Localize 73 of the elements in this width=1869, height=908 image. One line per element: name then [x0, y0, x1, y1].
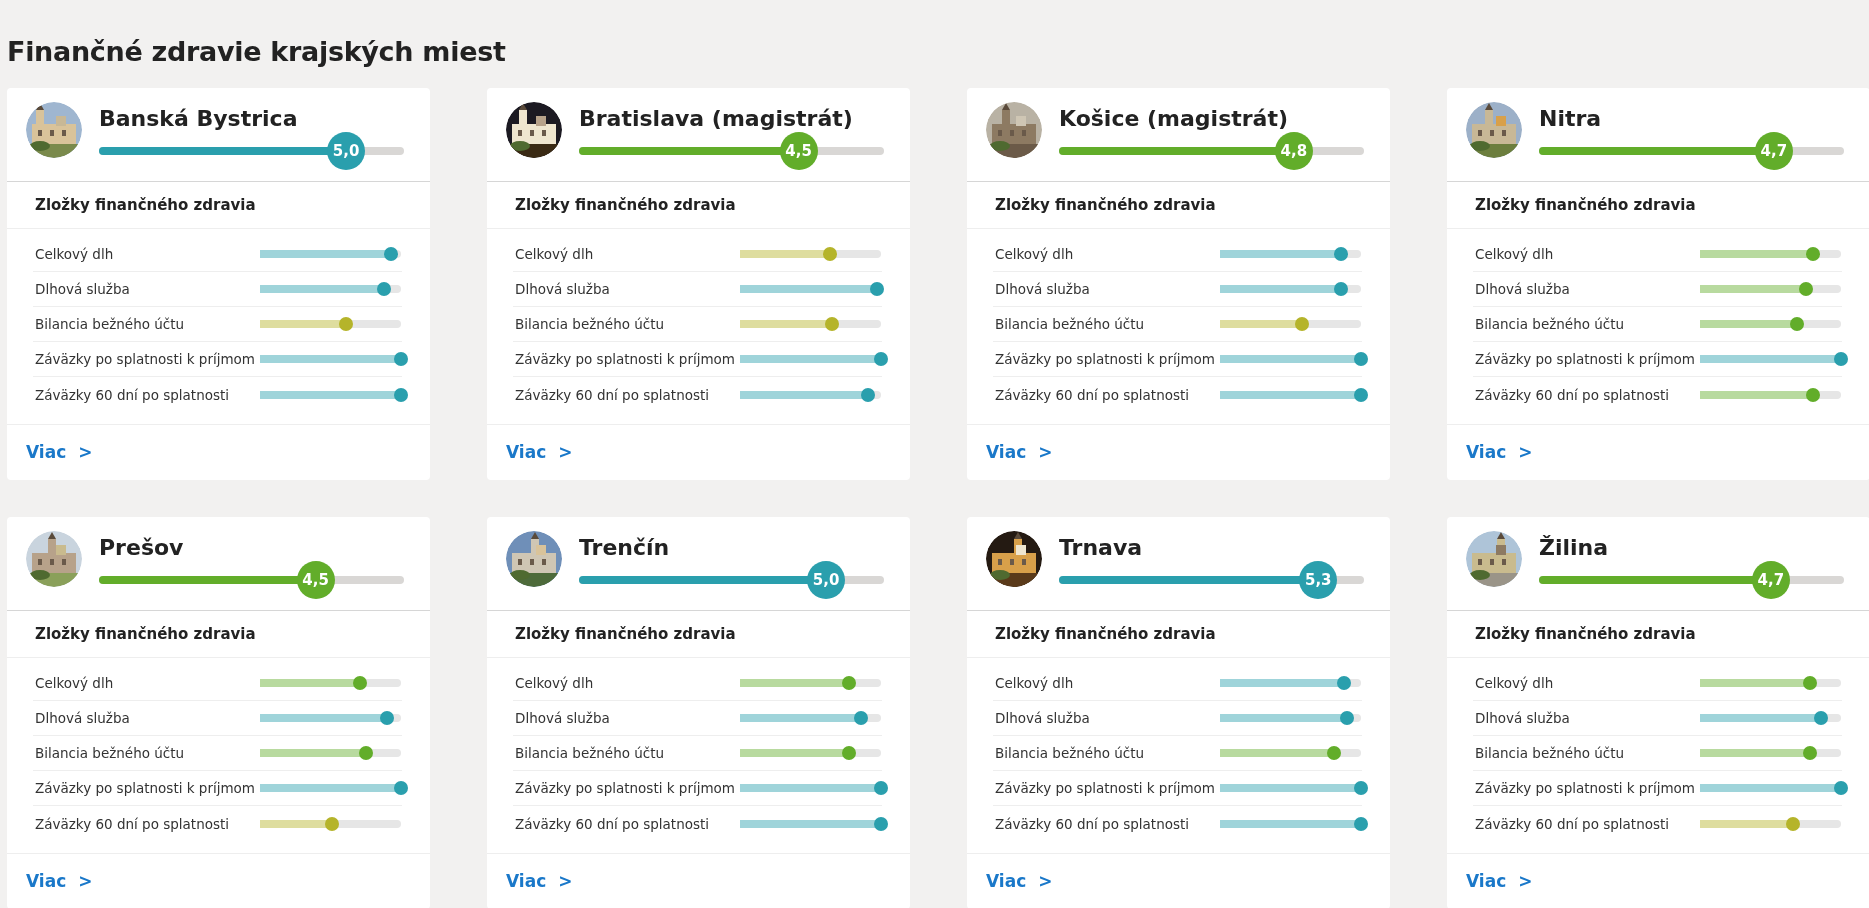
city-name: Trenčín [579, 535, 671, 562]
score-badge: 5,3 [1299, 560, 1338, 599]
section-heading: Zložky finančného zdravia [967, 611, 1390, 659]
score-badge: 4,5 [779, 131, 818, 170]
city-name: Banská Bystrica [99, 106, 299, 133]
metric-label: Celkový dlh [994, 674, 1075, 694]
metric-label: Bilancia bežného účtu [514, 315, 666, 335]
city-name: Žilina [1539, 535, 1610, 562]
more-link[interactable]: Viac > [506, 869, 573, 895]
metric-label: Dlhová služba [1474, 709, 1571, 729]
metric-label: Záväzky po splatnosti k príjmom [34, 350, 256, 370]
metric-label: Záväzky 60 dní po splatnosti [994, 385, 1191, 405]
city-name: Košice (magistrát) [1059, 106, 1290, 133]
city-name: Trnava [1059, 535, 1144, 562]
score-badge: 5,0 [807, 560, 846, 599]
metric-label: Dlhová služba [994, 709, 1091, 729]
metric-label: Celkový dlh [34, 674, 115, 694]
metric-label: Celkový dlh [514, 674, 595, 694]
metric-label: Dlhová služba [514, 280, 611, 300]
metric-label: Dlhová služba [994, 280, 1091, 300]
section-heading: Zložky finančného zdravia [1447, 611, 1869, 659]
page-title: Finančné zdravie krajských miest [7, 36, 507, 69]
score-badge: 4,7 [1754, 131, 1793, 170]
metric-label: Záväzky po splatnosti k príjmom [994, 779, 1216, 799]
score-badge: 4,8 [1274, 131, 1313, 170]
section-heading: Zložky finančného zdravia [487, 182, 910, 230]
metric-label: Bilancia bežného účtu [1474, 744, 1626, 764]
metric-label: Dlhová služba [34, 709, 131, 729]
score-badge: 4,5 [296, 560, 335, 599]
metric-label: Celkový dlh [1474, 245, 1555, 265]
more-link[interactable]: Viac > [1466, 440, 1533, 466]
metric-label: Celkový dlh [514, 245, 595, 265]
metric-label: Záväzky po splatnosti k príjmom [514, 779, 736, 799]
more-link[interactable]: Viac > [506, 440, 573, 466]
metric-label: Celkový dlh [1474, 674, 1555, 694]
metric-label: Záväzky 60 dní po splatnosti [514, 385, 711, 405]
city-name: Prešov [99, 535, 185, 562]
metric-label: Záväzky 60 dní po splatnosti [34, 814, 231, 834]
metric-label: Dlhová služba [1474, 280, 1571, 300]
metric-label: Dlhová služba [514, 709, 611, 729]
metric-label: Bilancia bežného účtu [994, 315, 1146, 335]
metric-label: Záväzky 60 dní po splatnosti [34, 385, 231, 405]
city-name: Bratislava (magistrát) [579, 106, 854, 133]
more-link[interactable]: Viac > [26, 869, 93, 895]
score-badge: 5,0 [327, 131, 366, 170]
metric-label: Celkový dlh [994, 245, 1075, 265]
metric-label: Záväzky 60 dní po splatnosti [994, 814, 1191, 834]
more-link[interactable]: Viac > [986, 869, 1053, 895]
metric-label: Záväzky 60 dní po splatnosti [1474, 385, 1671, 405]
metric-label: Bilancia bežného účtu [514, 744, 666, 764]
metric-label: Záväzky po splatnosti k príjmom [1474, 350, 1696, 370]
metric-label: Celkový dlh [34, 245, 115, 265]
section-heading: Zložky finančného zdravia [1447, 182, 1869, 230]
metric-label: Záväzky 60 dní po splatnosti [514, 814, 711, 834]
score-badge: 4,7 [1751, 560, 1790, 599]
section-heading: Zložky finančného zdravia [7, 182, 430, 230]
metric-label: Dlhová služba [34, 280, 131, 300]
city-name: Nitra [1539, 106, 1603, 133]
metric-label: Bilancia bežného účtu [34, 744, 186, 764]
metric-label: Bilancia bežného účtu [1474, 315, 1626, 335]
more-link[interactable]: Viac > [26, 440, 93, 466]
metric-label: Záväzky po splatnosti k príjmom [1474, 779, 1696, 799]
metric-label: Záväzky 60 dní po splatnosti [1474, 814, 1671, 834]
section-heading: Zložky finančného zdravia [487, 611, 910, 659]
section-heading: Zložky finančného zdravia [7, 611, 430, 659]
more-link[interactable]: Viac > [1466, 869, 1533, 895]
metric-label: Záväzky po splatnosti k príjmom [994, 350, 1216, 370]
metric-label: Bilancia bežného účtu [994, 744, 1146, 764]
more-link[interactable]: Viac > [986, 440, 1053, 466]
metric-label: Záväzky po splatnosti k príjmom [514, 350, 736, 370]
metric-label: Záväzky po splatnosti k príjmom [34, 779, 256, 799]
metric-label: Bilancia bežného účtu [34, 315, 186, 335]
section-heading: Zložky finančného zdravia [967, 182, 1390, 230]
